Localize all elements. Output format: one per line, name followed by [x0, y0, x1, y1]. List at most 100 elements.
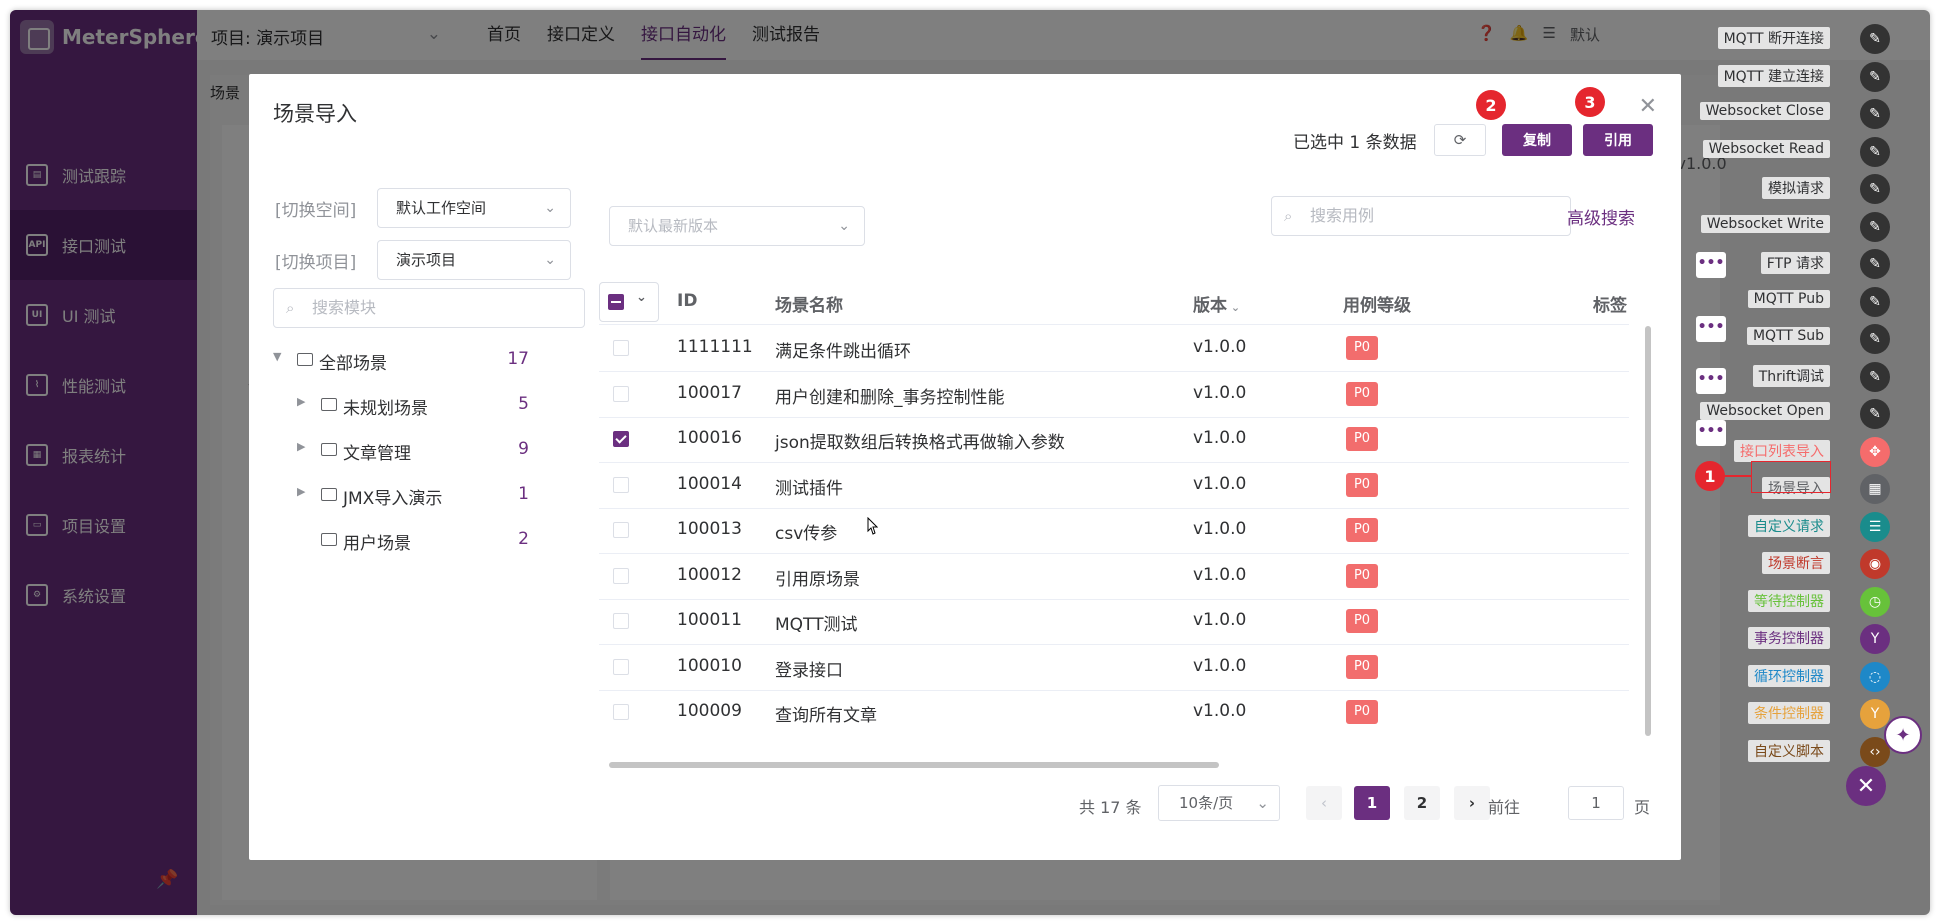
toolbar-item[interactable]: Websocket Write ✎	[1670, 211, 1930, 242]
toolbar-item[interactable]: 自定义请求 ☰	[1670, 511, 1930, 542]
toolbar-item[interactable]: 事务控制器 Y	[1670, 624, 1930, 654]
toolbar-item[interactable]: Websocket Open ✎	[1670, 399, 1930, 429]
toolbar-item-icon[interactable]: ✎	[1860, 61, 1890, 92]
toolbar-item-icon[interactable]: ✎	[1860, 136, 1890, 167]
toolbar-item[interactable]: 循环控制器 ◌	[1670, 661, 1930, 692]
column-version[interactable]: 版本 ⌄	[1193, 291, 1240, 316]
row-checkbox[interactable]	[613, 704, 629, 720]
row-checkbox[interactable]	[613, 567, 629, 584]
copy-button[interactable]: 复制	[1502, 124, 1572, 156]
toolbar-item-label[interactable]: 自定义请求	[1748, 514, 1830, 537]
horizontal-scrollbar[interactable]	[609, 762, 1219, 768]
toolbar-item-icon[interactable]: ▦	[1860, 474, 1890, 504]
compass-icon[interactable]: ✦	[1884, 716, 1922, 754]
toolbar-item-label[interactable]: Websocket Read	[1702, 139, 1830, 158]
toolbar-item-label[interactable]: Websocket Close	[1699, 102, 1830, 120]
toolbar-item-label[interactable]: Websocket Write	[1700, 214, 1830, 233]
page-button[interactable]: 2	[1404, 786, 1440, 820]
close-toolbar-button[interactable]: ✕	[1846, 766, 1886, 806]
toolbar-item[interactable]: Thrift调试 ✎	[1670, 361, 1930, 392]
toolbar-item-icon[interactable]: ✎	[1860, 286, 1890, 317]
row-checkbox[interactable]	[613, 613, 629, 629]
row-checkbox[interactable]	[613, 431, 629, 447]
toolbar-item-icon[interactable]: ✎	[1860, 249, 1890, 279]
caret-down-icon[interactable]: ▼	[273, 350, 281, 363]
toolbar-item-icon[interactable]: ◷	[1860, 586, 1890, 617]
tree-node[interactable]: ▶ 文章管理 9	[269, 430, 529, 474]
toolbar-item[interactable]: MQTT Sub ✎	[1670, 324, 1930, 354]
toolbar-item[interactable]: MQTT 建立连接 ✎	[1670, 61, 1930, 92]
toolbar-item[interactable]: MQTT Pub ✎	[1670, 286, 1930, 317]
advanced-search-link[interactable]: 高级搜索	[1567, 204, 1635, 229]
module-search-input[interactable]: ⌕ 搜索模块	[273, 288, 585, 328]
goto-page-input[interactable]: 1	[1568, 786, 1624, 820]
table-row[interactable]: 100009 查询所有文章 v1.0.0 P0	[599, 690, 1629, 726]
caret-right-icon[interactable]: ▶	[297, 485, 305, 498]
tree-node[interactable]: ▶ JMX导入演示 1	[269, 475, 529, 519]
column-name[interactable]: 场景名称	[775, 291, 843, 316]
table-row[interactable]: 1111111 满足条件跳出循环 v1.0.0 P0	[599, 326, 1629, 372]
toolbar-item[interactable]: Websocket Read ✎	[1670, 136, 1930, 167]
toolbar-item-label[interactable]: 场景断言	[1762, 552, 1830, 574]
table-row[interactable]: 100016 json提取数组后转换格式再做输入参数 v1.0.0 P0	[599, 417, 1629, 463]
prev-page-button[interactable]: ‹	[1306, 786, 1342, 820]
page-size-select[interactable]: 10条/页 ⌄	[1158, 785, 1280, 821]
table-row[interactable]: 100010 登录接口 v1.0.0 P0	[599, 645, 1629, 691]
toolbar-item-icon[interactable]: ✎	[1860, 399, 1890, 429]
toolbar-item-label[interactable]: MQTT Pub	[1747, 289, 1830, 308]
toolbar-item-icon[interactable]: ✎	[1860, 99, 1890, 129]
refresh-button[interactable]: ⟳	[1434, 124, 1486, 156]
tree-node[interactable]: ▼ 全部场景 17	[269, 340, 529, 384]
toolbar-item-icon[interactable]: ✎	[1860, 24, 1890, 54]
toolbar-item-label[interactable]: 自定义脚本	[1748, 739, 1830, 762]
row-checkbox[interactable]	[613, 340, 629, 356]
toolbar-item-label[interactable]: 循环控制器	[1748, 664, 1830, 687]
toolbar-item[interactable]: 场景断言 ◉	[1670, 549, 1930, 579]
toolbar-item-label[interactable]: 接口列表导入	[1734, 439, 1830, 462]
row-checkbox[interactable]	[613, 385, 629, 402]
close-icon[interactable]: ✕	[1639, 94, 1657, 119]
page-button[interactable]: 1	[1354, 786, 1390, 820]
toolbar-item-label[interactable]: MQTT Sub	[1746, 327, 1830, 345]
caret-right-icon[interactable]: ▶	[297, 440, 305, 453]
toolbar-item-label[interactable]: 模拟请求	[1762, 177, 1830, 199]
table-row[interactable]: 100014 测试插件 v1.0.0 P0	[599, 463, 1629, 509]
toolbar-item[interactable]: MQTT 断开连接 ✎	[1670, 24, 1930, 54]
caret-right-icon[interactable]: ▶	[297, 395, 305, 408]
toolbar-item-icon[interactable]: Y	[1860, 624, 1890, 654]
row-checkbox[interactable]	[613, 522, 629, 538]
column-level[interactable]: 用例等级	[1343, 291, 1411, 316]
workspace-select[interactable]: 默认工作空间 ⌄	[377, 188, 571, 228]
toolbar-item[interactable]: 模拟请求 ✎	[1670, 174, 1930, 204]
toolbar-item[interactable]: 等待控制器 ◷	[1670, 586, 1930, 617]
toolbar-item-icon[interactable]: ✎	[1860, 324, 1890, 354]
toolbar-item-icon[interactable]: ◌	[1860, 661, 1890, 692]
case-search-input[interactable]: ⌕ 搜索用例	[1271, 196, 1571, 236]
project-select[interactable]: 演示项目 ⌄	[377, 240, 571, 280]
row-checkbox[interactable]	[613, 658, 629, 675]
select-all-checkbox[interactable]	[608, 294, 624, 310]
toolbar-item-icon[interactable]: ✎	[1860, 361, 1890, 392]
toolbar-item-icon[interactable]: ✎	[1860, 211, 1890, 242]
vertical-scrollbar[interactable]	[1645, 326, 1651, 736]
toolbar-item-label[interactable]: 事务控制器	[1748, 627, 1830, 649]
toolbar-item-label[interactable]: Thrift调试	[1752, 364, 1830, 387]
tree-node[interactable]: 用户场景 2	[269, 520, 529, 564]
tree-node[interactable]: ▶ 未规划场景 5	[269, 385, 529, 429]
table-row[interactable]: 100017 用户创建和删除_事务控制性能 v1.0.0 P0	[599, 372, 1629, 418]
toolbar-item-label[interactable]: 条件控制器	[1748, 702, 1830, 724]
toolbar-item[interactable]: Websocket Close ✎	[1670, 99, 1930, 129]
column-id[interactable]: ID	[677, 291, 697, 311]
version-select[interactable]: 默认最新版本 ⌄	[609, 206, 865, 246]
toolbar-item-label[interactable]: 等待控制器	[1748, 589, 1830, 612]
toolbar-item-icon[interactable]: ☰	[1860, 511, 1890, 542]
toolbar-item-icon[interactable]: ◉	[1860, 549, 1890, 579]
table-row[interactable]: 100012 引用原场景 v1.0.0 P0	[599, 554, 1629, 600]
toolbar-item-label[interactable]: FTP 请求	[1760, 252, 1830, 274]
row-checkbox[interactable]	[613, 476, 629, 493]
next-page-button[interactable]: ›	[1454, 786, 1490, 820]
toolbar-item-icon[interactable]: Y	[1860, 699, 1890, 729]
reference-button[interactable]: 引用	[1583, 124, 1653, 156]
toolbar-item-label[interactable]: MQTT 断开连接	[1717, 27, 1830, 49]
table-row[interactable]: 100011 MQTT测试 v1.0.0 P0	[599, 599, 1629, 645]
